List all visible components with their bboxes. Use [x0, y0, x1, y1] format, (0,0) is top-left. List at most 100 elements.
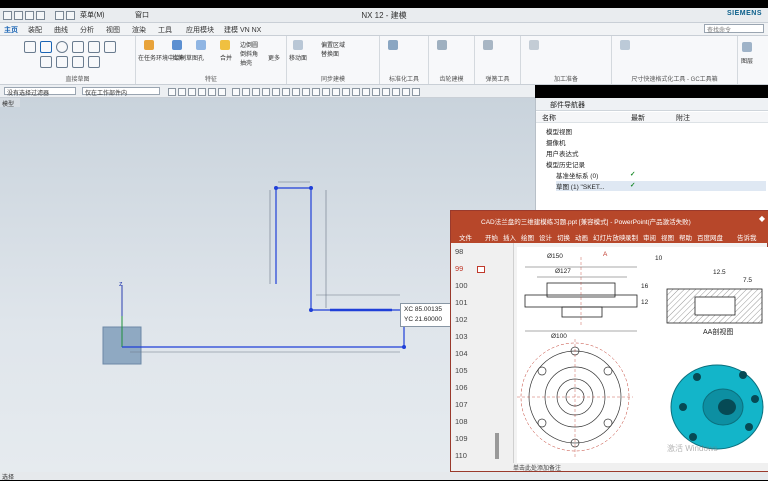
tab-application[interactable]: 应用模块 [186, 25, 214, 35]
tab-tools[interactable]: 工具 [158, 25, 172, 35]
ppt-tab-draw[interactable]: 绘图 [521, 232, 534, 242]
snap-icon[interactable] [282, 88, 290, 96]
command-search-input[interactable]: 查找命令 [704, 24, 764, 34]
snap-icon[interactable] [252, 88, 260, 96]
spring-icon[interactable] [483, 40, 493, 50]
snap-icon[interactable] [412, 88, 420, 96]
slide-number[interactable]: 100 [455, 281, 468, 290]
trim-icon[interactable] [40, 56, 52, 68]
mirror-icon[interactable] [72, 56, 84, 68]
dimension-format-icon[interactable] [620, 40, 630, 50]
slide-number[interactable]: 103 [455, 332, 468, 341]
nav-row[interactable]: 用户表达式 [546, 148, 579, 158]
snap-icon[interactable] [362, 88, 370, 96]
extrude-icon[interactable] [172, 40, 182, 50]
ppt-tab-home[interactable]: 开始 [485, 232, 498, 242]
gear-icon[interactable] [437, 40, 447, 50]
sketch-icon[interactable] [24, 41, 36, 53]
ppt-tab-design[interactable]: 设计 [539, 232, 552, 242]
slide-number[interactable]: 107 [455, 400, 468, 409]
tab-view[interactable]: 视图 [106, 25, 120, 35]
unite-icon[interactable] [220, 40, 230, 50]
fillet-icon[interactable] [88, 41, 100, 53]
snap-icon[interactable] [352, 88, 360, 96]
slide-number[interactable]: 110 [455, 451, 467, 460]
snap-icon[interactable] [292, 88, 300, 96]
tab-render[interactable]: 渲染 [132, 25, 146, 35]
ppt-tab-record[interactable]: 录制 [625, 232, 638, 242]
ppt-tab-transitions[interactable]: 切换 [557, 232, 570, 242]
slide-number[interactable]: 98 [455, 247, 463, 256]
coordinate-input[interactable]: XC 85.00135 YC 21.60000 [400, 303, 452, 327]
edge-blend-label[interactable]: 边倒圆 [240, 40, 258, 49]
dimension-icon[interactable] [88, 56, 100, 68]
slide-thumb[interactable] [477, 266, 485, 273]
snap-icon[interactable] [322, 88, 330, 96]
snap-icon[interactable] [392, 88, 400, 96]
snap-icon[interactable] [242, 88, 250, 96]
nav-row[interactable]: 模型视图 [546, 126, 572, 136]
slide-number[interactable]: 105 [455, 366, 468, 375]
standard-part-icon[interactable] [388, 40, 398, 50]
tab-assembly[interactable]: 装配 [28, 25, 42, 35]
slide-number[interactable]: 104 [455, 349, 468, 358]
tab-home[interactable]: 主页 [4, 25, 18, 35]
nav-row[interactable]: 草图 (1) "SKET... ✓ [556, 181, 766, 191]
ppt-tab-view[interactable]: 视图 [661, 232, 674, 242]
rectangle-icon[interactable] [104, 41, 116, 53]
graphics-tab[interactable]: 模型 [0, 98, 20, 108]
snap-icon[interactable] [198, 88, 206, 96]
snap-icon[interactable] [262, 88, 270, 96]
snap-icon[interactable] [208, 88, 216, 96]
snap-icon[interactable] [188, 88, 196, 96]
snap-icon[interactable] [312, 88, 320, 96]
ppt-avatar-icon[interactable]: ◆ [759, 214, 765, 223]
chamfer-label[interactable]: 倒斜角 [240, 49, 258, 58]
snap-icon[interactable] [168, 88, 176, 96]
ppt-tell-me[interactable]: 告诉我 [737, 232, 757, 242]
selection-scope-dropdown[interactable]: 仅在工作部件内 [82, 87, 160, 97]
ppt-tab-review[interactable]: 审阅 [643, 232, 656, 242]
more-label[interactable]: 更多 [268, 53, 280, 62]
ppt-tab-insert[interactable]: 插入 [503, 232, 516, 242]
snap-icon[interactable] [178, 88, 186, 96]
column-comment[interactable]: 附注 [676, 113, 690, 123]
yc-field[interactable]: YC 21.60000 [404, 316, 442, 323]
ppt-tab-help[interactable]: 帮助 [679, 232, 692, 242]
ppt-tab-slideshow[interactable]: 幻灯片放映 [593, 232, 626, 242]
snap-icon[interactable] [342, 88, 350, 96]
move-face-icon[interactable] [293, 40, 303, 50]
ppt-tab-animations[interactable]: 动画 [575, 232, 588, 242]
shell-label[interactable]: 抽壳 [240, 58, 252, 67]
extend-icon[interactable] [56, 56, 68, 68]
snap-icon[interactable] [272, 88, 280, 96]
machining-icon[interactable] [529, 40, 539, 50]
ppt-tab-baidu[interactable]: 百度网盘 [697, 232, 723, 242]
nav-row[interactable]: 模型历史记录 [546, 159, 585, 169]
snap-icon[interactable] [302, 88, 310, 96]
layer-icon[interactable] [742, 42, 752, 52]
hole-icon[interactable] [196, 40, 206, 50]
xc-field[interactable]: XC 85.00135 [404, 306, 442, 313]
point-icon[interactable] [72, 41, 84, 53]
tab-curve[interactable]: 曲线 [54, 25, 68, 35]
nav-row[interactable]: 基准坐标系 (0) ✓ [556, 170, 766, 180]
slide-number[interactable]: 109 [455, 434, 468, 443]
snap-icon[interactable] [218, 88, 226, 96]
snap-icon[interactable] [372, 88, 380, 96]
snap-icon[interactable] [332, 88, 340, 96]
sketch-task-icon[interactable] [144, 40, 154, 50]
ppt-notes-bar[interactable]: 单击此处添加备注 [507, 463, 768, 472]
tab-modeling-vn[interactable]: 建模 VN NX [224, 25, 261, 35]
slide-number[interactable]: 102 [455, 315, 468, 324]
arc-icon[interactable] [56, 41, 68, 53]
slide-canvas[interactable]: Ø150 Ø127 Ø100 16 12 10 12.5 7.5 A AA剖视图… [517, 247, 768, 469]
slide-number[interactable]: 106 [455, 383, 468, 392]
ppt-tab-file[interactable]: 文件 [459, 232, 472, 242]
slide-number[interactable]: 101 [455, 298, 468, 307]
offset-label[interactable]: 偏置区域 [321, 40, 345, 49]
replace-label[interactable]: 替换面 [321, 49, 339, 58]
column-name[interactable]: 名称 [542, 113, 556, 123]
snap-icon[interactable] [382, 88, 390, 96]
snap-icon[interactable] [232, 88, 240, 96]
